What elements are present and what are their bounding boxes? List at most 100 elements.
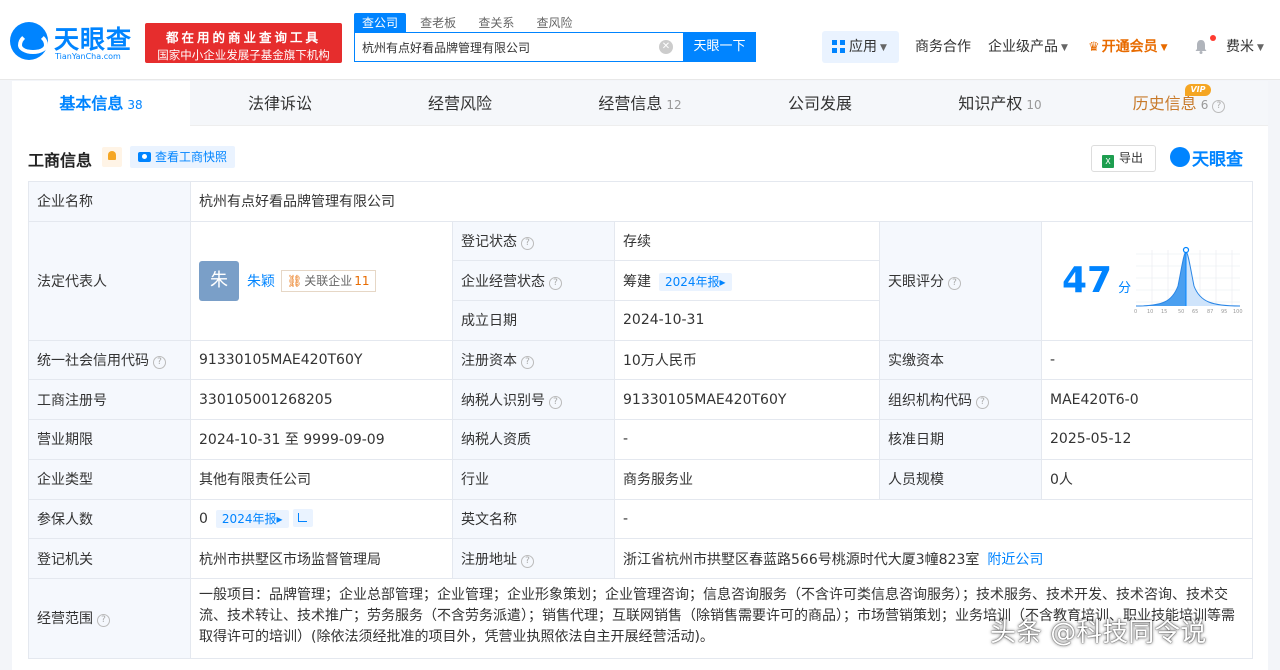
search-tab-company[interactable]: 查公司 xyxy=(354,13,407,32)
table-row: 法定代表人 朱朱颖 ⛓关联企业11 登记状态? 存续 天眼评分? 47 分 xyxy=(28,220,1254,341)
search-tab-risk[interactable]: 查风险 xyxy=(528,13,580,32)
avatar[interactable]: 朱 xyxy=(199,260,239,301)
help-icon[interactable]: ? xyxy=(1212,100,1226,113)
top-header: 天眼查 TianYanCha.com 都在用的商业查询工具 国家中小企业发展子基… xyxy=(0,0,1280,80)
cell-label: 行业 xyxy=(452,458,615,500)
cell-label: 法定代表人 xyxy=(28,220,191,341)
caret-down-icon: ▼ xyxy=(1160,43,1168,53)
clear-icon[interactable]: ✕ xyxy=(659,40,673,54)
tab-operation[interactable]: 经营信息 12 xyxy=(550,81,730,126)
snapshot-label: 查看工商快照 xyxy=(155,150,228,164)
snapshot-button[interactable]: 查看工商快照 xyxy=(130,146,236,168)
biz-status-cell: 筹建 2024年报▸ xyxy=(614,260,880,302)
help-icon[interactable]: ? xyxy=(153,356,166,370)
caret-down-icon: ▼ xyxy=(1061,43,1068,53)
cell-label: 经营范围? xyxy=(28,577,191,659)
help-icon[interactable]: ? xyxy=(948,276,961,290)
score-unit: 分 xyxy=(1118,281,1132,297)
source-watermark: 头条 @科技同令说 xyxy=(990,618,1207,648)
score-axis-tick: 87 xyxy=(1207,309,1213,315)
cell-label: 企业类型 xyxy=(28,458,191,500)
taxpayer-qual: - xyxy=(614,419,880,460)
label-text: 纳税人识别号 xyxy=(461,392,545,409)
cell-label: 登记状态? xyxy=(452,220,615,262)
table-row: 工商注册号 330105001268205 纳税人识别号? 91330105MA… xyxy=(28,379,1254,421)
help-icon[interactable]: ? xyxy=(97,614,110,628)
user-menu[interactable]: 费米 ▼ xyxy=(1226,32,1264,62)
table-row: 企业类型 其他有限责任公司 行业 商务服务业 人员规模 0人 xyxy=(28,458,1254,500)
help-icon[interactable]: ? xyxy=(549,395,562,409)
search-tab-relation[interactable]: 查关系 xyxy=(470,13,522,32)
help-icon[interactable]: ? xyxy=(549,276,562,290)
link-icon: ⛓ xyxy=(287,273,303,288)
score-axis-tick: 100 xyxy=(1233,309,1243,315)
export-button[interactable]: X 导出 xyxy=(1091,145,1156,172)
brand-eye-icon xyxy=(1170,147,1190,167)
tab-ip[interactable]: 知识产权 10 xyxy=(910,81,1090,126)
company-name: 杭州有点好看品牌管理有限公司 xyxy=(189,181,1254,222)
help-icon[interactable]: ? xyxy=(521,554,534,568)
annual-report-tag[interactable]: 2024年报▸ xyxy=(215,510,289,529)
org-code: MAE420T6-0 xyxy=(1040,379,1254,421)
nav-business[interactable]: 商务合作 xyxy=(915,32,971,62)
industry: 商务服务业 xyxy=(614,458,880,500)
trend-chart-icon[interactable] xyxy=(292,509,313,528)
related-companies-tag[interactable]: ⛓ 关联企业 11 xyxy=(281,269,376,292)
cell-label: 工商注册号 xyxy=(28,379,191,421)
search-button[interactable]: 天眼一下 xyxy=(683,32,756,62)
score-cell[interactable]: 47 分 0 10 15 50 65 87 95 100 xyxy=(1040,220,1254,341)
label-text: 天眼评分 xyxy=(888,273,944,290)
tab-history[interactable]: 历史信息 6? xyxy=(1090,81,1268,126)
banner-line-2: 国家中小企业发展子基金旗下机构 xyxy=(157,48,330,62)
label-text: 注册资本 xyxy=(461,353,517,370)
cell-label: 注册地址? xyxy=(452,538,615,579)
reg-authority: 杭州市拱墅区市场监督管理局 xyxy=(190,538,453,579)
tab-label: 知识产权 xyxy=(958,94,1023,113)
help-icon[interactable]: ? xyxy=(521,237,534,251)
cell-label: 组织机构代码? xyxy=(879,379,1042,421)
cell-label: 核准日期 xyxy=(879,419,1042,460)
score-axis-tick: 65 xyxy=(1192,309,1198,315)
logo-text: 天眼查 xyxy=(54,25,133,54)
search-input[interactable] xyxy=(355,33,655,61)
promo-banner[interactable]: 都在用的商业查询工具 国家中小企业发展子基金旗下机构 xyxy=(145,23,342,63)
cell-label: 注册资本? xyxy=(452,339,615,381)
bell-icon[interactable] xyxy=(1194,39,1208,54)
cell-label: 实缴资本 xyxy=(879,339,1042,381)
cell-label: 参保人数 xyxy=(28,498,191,540)
tab-development[interactable]: 公司发展 xyxy=(730,81,910,126)
help-icon[interactable]: ? xyxy=(521,356,534,370)
tianyancha-logo[interactable]: 天眼查 TianYanCha.com xyxy=(10,20,140,64)
score-axis-tick: 15 xyxy=(1161,309,1167,315)
score-axis-tick: 10 xyxy=(1147,309,1153,315)
annual-report-tag[interactable]: 2024年报▸ xyxy=(659,272,732,291)
export-label: 导出 xyxy=(1119,151,1144,165)
tab-label: 基本信息 xyxy=(59,94,124,113)
vip-badge: VIP xyxy=(1185,84,1211,96)
insured-count: 0 xyxy=(199,511,208,528)
reg-status: 存续 xyxy=(614,220,880,262)
annual-report-label: 2024年报 xyxy=(221,512,277,527)
apps-label: 应用 xyxy=(849,39,877,55)
taxpayer-id: 91330105MAE420T60Y xyxy=(614,379,880,421)
label-text: 统一社会信用代码 xyxy=(37,353,149,370)
tab-basic-info[interactable]: 基本信息 38 xyxy=(12,81,190,126)
tab-risk[interactable]: 经营风险 xyxy=(370,81,550,126)
table-row: 企业名称 杭州有点好看品牌管理有限公司 xyxy=(28,181,1254,222)
nearby-companies-link[interactable]: 附近公司 xyxy=(987,552,1043,568)
table-row: 统一社会信用代码? 91330105MAE420T60Y 注册资本? 10万人民… xyxy=(28,339,1254,381)
nav-enterprise[interactable]: 企业级产品 ▼ xyxy=(988,32,1068,62)
brand-text: 天眼查 xyxy=(1192,150,1243,170)
search-tab-boss[interactable]: 查老板 xyxy=(412,13,464,32)
legal-rep-link[interactable]: 朱颖 xyxy=(247,274,275,290)
business-term: 2024-10-31 至 9999-09-09 xyxy=(190,419,453,460)
tab-legal[interactable]: 法律诉讼 xyxy=(190,81,370,126)
help-icon[interactable]: ? xyxy=(976,395,989,409)
tab-label: 经营信息 xyxy=(598,94,663,113)
nav-vip[interactable]: ♛ 开通会员 ▼ xyxy=(1088,32,1168,62)
staff-size: 0人 xyxy=(1040,458,1254,500)
apps-menu-button[interactable]: 应用 ▼ xyxy=(822,31,899,63)
cell-label: 企业经营状态? xyxy=(452,260,615,302)
monitor-bell-icon[interactable] xyxy=(102,147,122,167)
label-text: 登记状态 xyxy=(461,234,517,251)
